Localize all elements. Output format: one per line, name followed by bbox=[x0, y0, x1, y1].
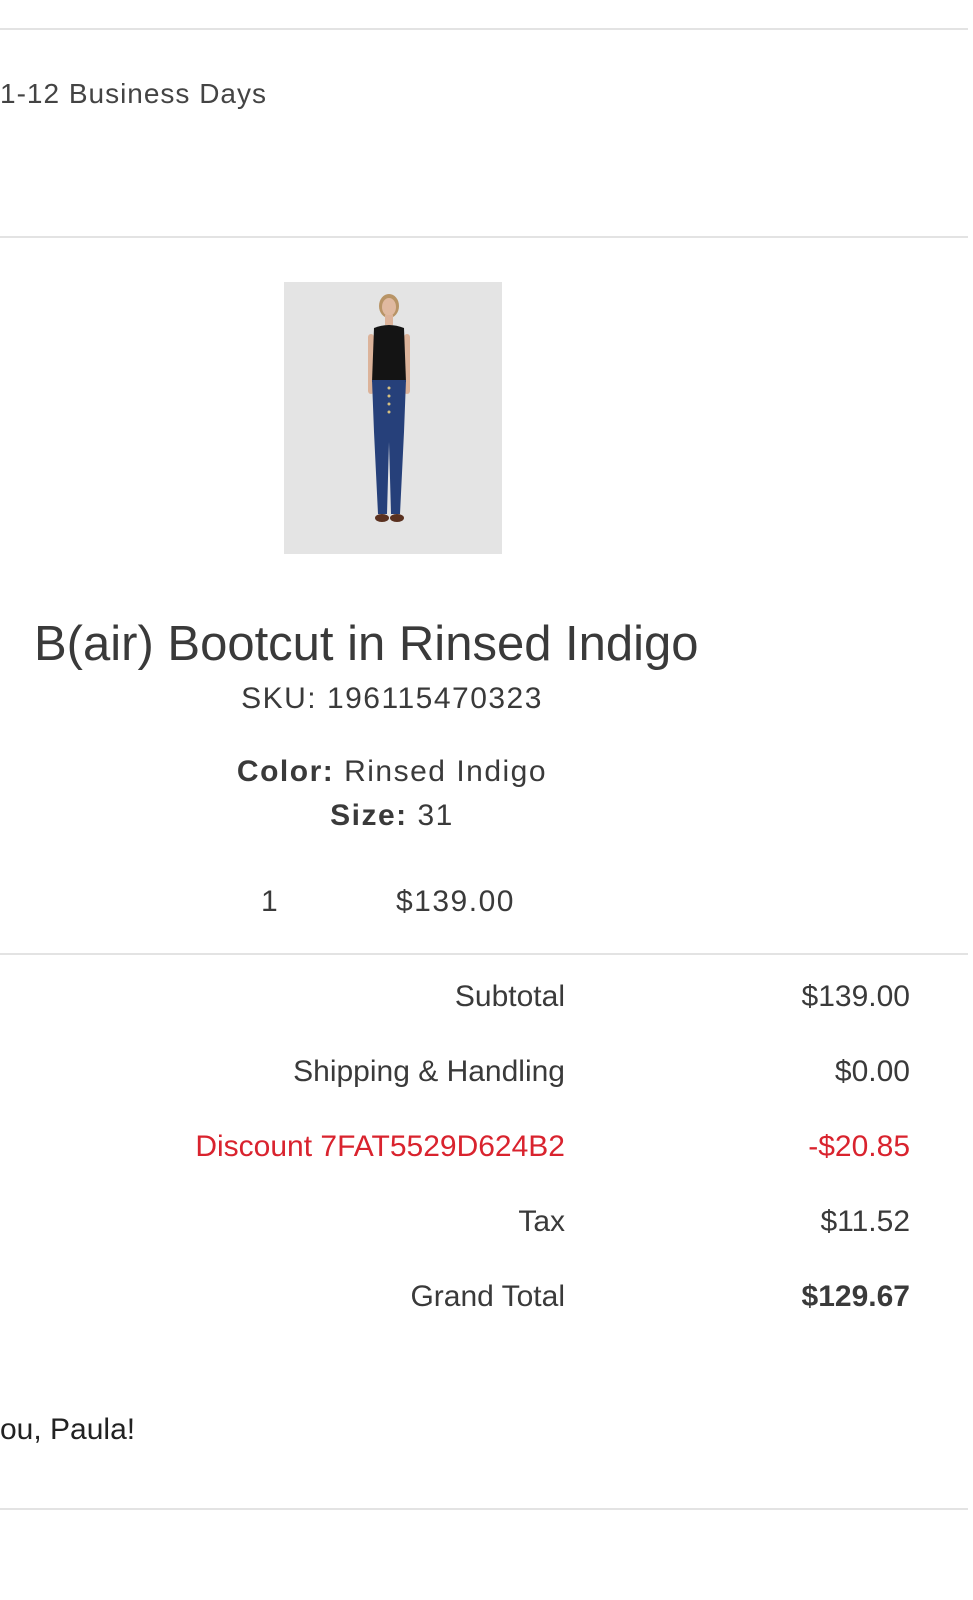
sku-value: 196115470323 bbox=[326, 682, 543, 715]
size-label: Size: bbox=[330, 799, 408, 832]
product-image[interactable] bbox=[284, 282, 502, 554]
product-color: Color: Rinsed Indigo bbox=[0, 755, 784, 789]
shipping-label: Shipping & Handling bbox=[293, 1055, 565, 1088]
delivery-estimate: 1-12 Business Days bbox=[0, 78, 268, 109]
shipping-value: $0.00 bbox=[834, 1055, 910, 1088]
discount-label: Discount 7FAT5529D624B2 bbox=[195, 1130, 565, 1163]
totals-divider bbox=[0, 953, 968, 955]
tax-label: Tax bbox=[518, 1205, 565, 1238]
subtotal-row: Subtotal $139.00 bbox=[0, 980, 973, 1020]
grand-total-value: $129.67 bbox=[801, 1280, 910, 1313]
shipping-row: Shipping & Handling $0.00 bbox=[0, 1055, 973, 1095]
size-value: 31 bbox=[417, 799, 454, 832]
grand-total-label: Grand Total bbox=[410, 1280, 565, 1313]
discount-row: Discount 7FAT5529D624B2 -$20.85 bbox=[0, 1130, 973, 1170]
tax-value: $11.52 bbox=[820, 1205, 910, 1238]
model-wearing-jeans-illustration bbox=[284, 282, 502, 554]
section-divider bbox=[0, 236, 968, 238]
color-label: Color: bbox=[236, 755, 335, 788]
bottom-divider bbox=[0, 1508, 968, 1510]
sku-label: SKU: bbox=[241, 682, 318, 715]
discount-value: -$20.85 bbox=[808, 1130, 910, 1163]
item-quantity: 1 bbox=[261, 885, 279, 918]
grand-total-row: Grand Total $129.67 bbox=[0, 1280, 973, 1320]
item-price: $139.00 bbox=[396, 885, 515, 918]
subtotal-label: Subtotal bbox=[454, 980, 565, 1013]
subtotal-value: $139.00 bbox=[801, 980, 910, 1013]
product-size: Size: 31 bbox=[0, 799, 784, 833]
product-sku: SKU: 196115470323 bbox=[0, 682, 784, 716]
order-confirmation-page: 1-12 Business Days B(air) Bootcut in Rin… bbox=[0, 0, 973, 1600]
color-value: Rinsed Indigo bbox=[344, 755, 548, 788]
tax-row: Tax $11.52 bbox=[0, 1205, 973, 1245]
top-divider bbox=[0, 28, 968, 30]
product-name[interactable]: B(air) Bootcut in Rinsed Indigo bbox=[34, 616, 699, 672]
thank-you-message: ou, Paula! bbox=[0, 1413, 136, 1446]
